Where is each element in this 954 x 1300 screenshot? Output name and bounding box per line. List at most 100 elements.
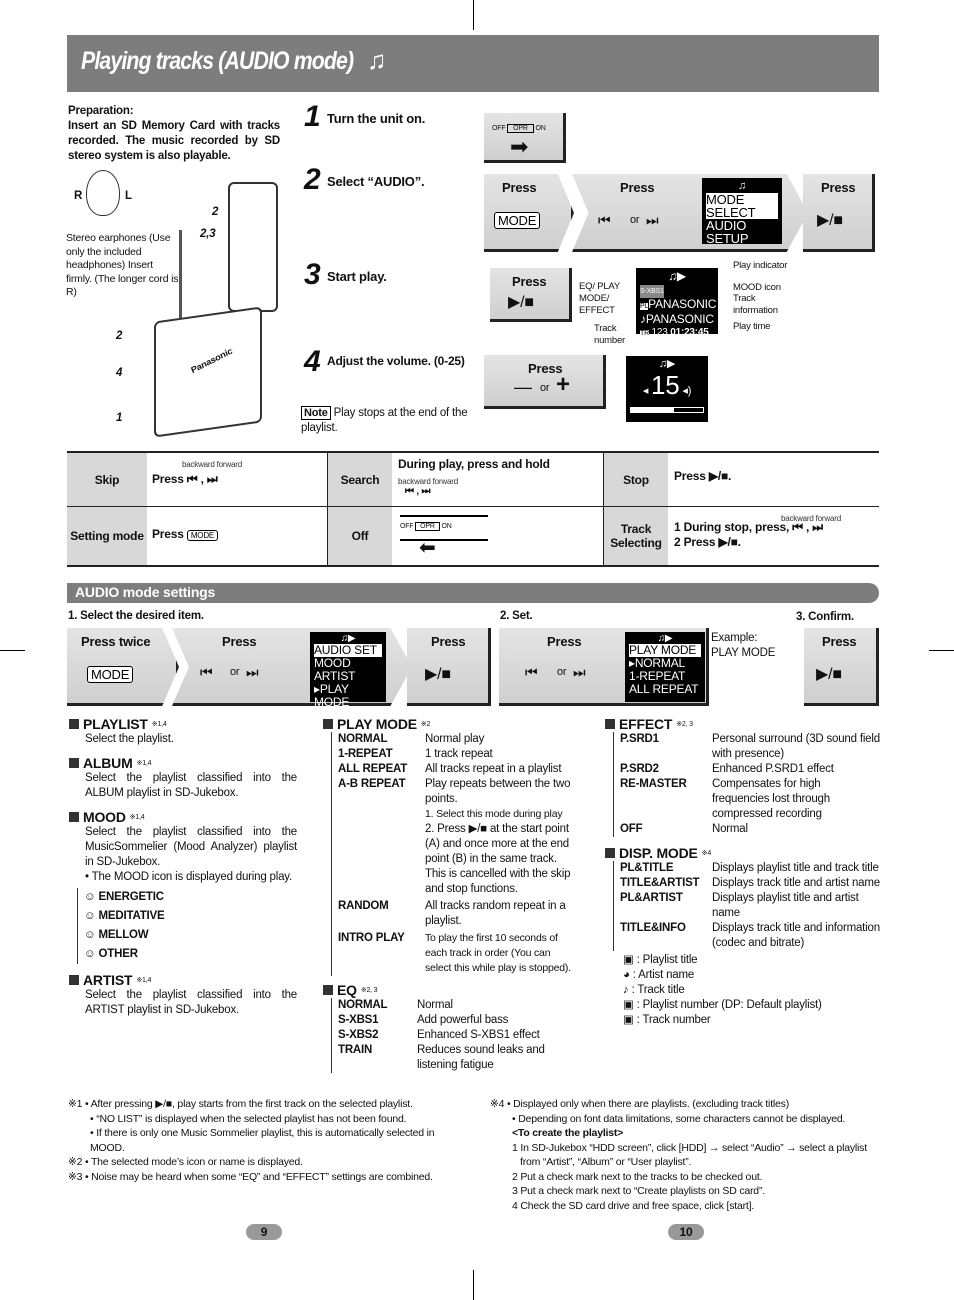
column-3: EFFECT ※2, 3 P.SRD1 Personal surround (3D … — [605, 708, 880, 1028]
effect-heading: EFFECT ※2, 3 — [605, 716, 880, 732]
skip-forward-icon[interactable]: ⏭ — [246, 664, 259, 681]
skip-backward-icon[interactable]: ⏮ — [525, 664, 538, 681]
def-key: NORMAL — [338, 999, 388, 1011]
page-header: Playing tracks (AUDIO mode) ♫ — [67, 35, 879, 92]
def-value: Displays track title and artist name — [712, 877, 880, 889]
label: 1 — [116, 412, 123, 424]
def-value: To play the first 10 seconds of each tra… — [425, 932, 571, 974]
volume-up-button[interactable]: + — [556, 373, 570, 397]
def-row: PL&ARTIST Displays playlist title and art… — [620, 891, 880, 921]
label: 2 — [212, 206, 219, 218]
preparation-text: Insert an SD Memory Card with tracks rec… — [68, 120, 280, 162]
def-row: TITLE&ARTIST Displays track title and art… — [620, 876, 880, 891]
power-switch[interactable]: OFF OPR ON — [492, 124, 546, 133]
step-1: 1 Turn the unit on. — [304, 100, 425, 134]
play-stop-button-icon[interactable]: ▶/■ — [817, 210, 843, 230]
switch-opr-label: OPR — [415, 522, 440, 531]
def-row: ALL REPEAT All tracks repeat in a playlis… — [338, 762, 575, 777]
def-key: S-XBS2 — [338, 1029, 379, 1041]
skip-forward-icon[interactable]: ⏭ — [573, 664, 586, 681]
footnote-step: 3 Put a check mark next to “Create playl… — [512, 1185, 765, 1197]
mood-item: ☺ ENERGETIC — [84, 888, 297, 907]
skip-forward-icon[interactable]: ⏭ — [646, 212, 659, 229]
section-bar: AUDIO mode settings — [67, 583, 879, 603]
press-twice-label: Press twice — [81, 634, 151, 649]
volume-bar-fill — [631, 408, 675, 412]
def-key: ALL REPEAT — [338, 763, 408, 775]
press-label: Press — [620, 180, 655, 195]
playlist-desc: Select the playlist. — [85, 733, 174, 745]
direction-label: backward forward — [182, 460, 242, 469]
play-stop-button-icon[interactable]: ▶/■ — [425, 664, 451, 684]
play-stop-button-icon[interactable]: ▶/■ — [816, 664, 842, 684]
press-label: Press — [512, 274, 547, 289]
example-label: Example: — [711, 632, 758, 644]
press-skip-panel: Press ⏮ or ⏭ ♫▶ AUDIO SET MOOD ARTIST ▸P… — [172, 628, 412, 706]
legend-text: : Playlist number (DP: Default playlist) — [636, 999, 822, 1011]
def-key: A-B REPEAT — [338, 778, 406, 790]
or-label: or — [540, 382, 550, 394]
disp-legend: ▣ : Playlist title ◕ : Artist name ♪ : T… — [605, 953, 880, 1028]
play-mode-list: NORMAL Normal play 1-REPEAT 1 track repeat… — [331, 732, 575, 976]
mood-energetic-icon: ☺ — [84, 891, 96, 903]
mode-button[interactable]: MODE — [87, 666, 134, 683]
press-volume-panel: Press — or + — [484, 355, 606, 409]
settings-step-1: 1. Select the desired item. — [68, 610, 204, 622]
volume-bar — [630, 407, 704, 413]
switch-off-label: OFF — [492, 125, 506, 132]
legend-text: : Track title — [631, 984, 685, 996]
def-row: TRAIN Reduces sound leaks and listening f… — [338, 1043, 575, 1073]
footnote-ref: ※2, 3 — [676, 721, 693, 728]
lcd-line: PLAY MODE — [314, 682, 350, 709]
def-key: INTRO PLAY — [338, 932, 405, 944]
def-value: Displays track title and information (co… — [712, 922, 880, 949]
heading-text: MOOD — [83, 809, 126, 825]
heading-text: EQ — [337, 982, 357, 998]
operations-table: Skip Setting mode Search Off Stop Track … — [67, 451, 879, 567]
heading-text: PLAYLIST — [83, 716, 148, 732]
def-value: Play repeats between the two points. — [425, 778, 571, 805]
track-number: 123 — [651, 327, 668, 338]
stop-label: Stop — [604, 453, 668, 506]
play-lcd: ♫▶ S-XBS1 PLPANASONIC ♪PANASONIC TR 123 … — [636, 268, 718, 338]
label-r: R — [74, 190, 83, 202]
disp-mode-heading: DISP. MODE ※4 — [605, 845, 880, 861]
def-row: PL&TITLE Displays playlist title and trac… — [620, 861, 880, 876]
play-stop-button-icon[interactable]: ▶/■ — [508, 292, 534, 312]
or-label: or — [630, 214, 640, 226]
press-label: Press — [547, 634, 582, 649]
footnote-ref: ※4 — [701, 850, 712, 857]
label: 4 — [116, 367, 123, 379]
direction-label: backward forward — [398, 477, 458, 486]
speaker-high-icon: ◂) — [679, 385, 692, 397]
press-skip-panel-2: Press ⏮ or ⏭ ♫▶ PLAY MODE ▸NORMAL 1-REPE… — [499, 628, 709, 706]
or-label: or — [557, 666, 567, 678]
note-label: Note — [301, 406, 331, 420]
def-key: TITLE&ARTIST — [620, 877, 700, 889]
playlist-title-icon: ▣ — [623, 954, 634, 966]
speaker-low-icon: ◂ — [642, 385, 651, 397]
def-key: OFF — [620, 823, 643, 835]
ab-note: This is cancelled with the skip and stop… — [425, 868, 571, 895]
mode-button[interactable]: MODE — [494, 212, 541, 229]
heading-text: PLAY MODE — [337, 716, 417, 732]
mode-select-lcd: ♫ MODE SELECT AUDIO SETUP — [702, 178, 782, 245]
column-2: PLAY MODE ※2 NORMAL Normal play 1-REPEAT 1 … — [323, 708, 575, 1073]
def-row: S-XBS2 Enhanced S-XBS1 effect — [338, 1028, 575, 1043]
def-value: 1 track repeat — [425, 748, 493, 760]
skip-backward-icon[interactable]: ⏮ — [200, 664, 213, 681]
step-number: 1 — [304, 100, 321, 133]
heading-text: ALBUM — [83, 755, 133, 771]
press-play-panel: Press ▶/■ — [803, 174, 875, 252]
page-title: Playing tracks (AUDIO mode) — [81, 47, 354, 75]
step-number: 2 — [304, 163, 321, 196]
volume-down-button[interactable]: — — [514, 377, 532, 398]
skip-backward-icon[interactable]: ⏮ — [598, 212, 611, 229]
footnote-ref: ※1,4 — [136, 760, 152, 767]
mood-label: MELLOW — [98, 929, 149, 941]
search-buttons-icon: ⏮ , ⏭ — [405, 486, 431, 497]
lcd-line: ALL REPEAT — [629, 682, 699, 696]
track-step-1: 1 During stop, press, — [674, 520, 790, 534]
lcd-line: MODE SELECT — [706, 193, 778, 219]
playlist-icon: PL — [640, 303, 649, 310]
